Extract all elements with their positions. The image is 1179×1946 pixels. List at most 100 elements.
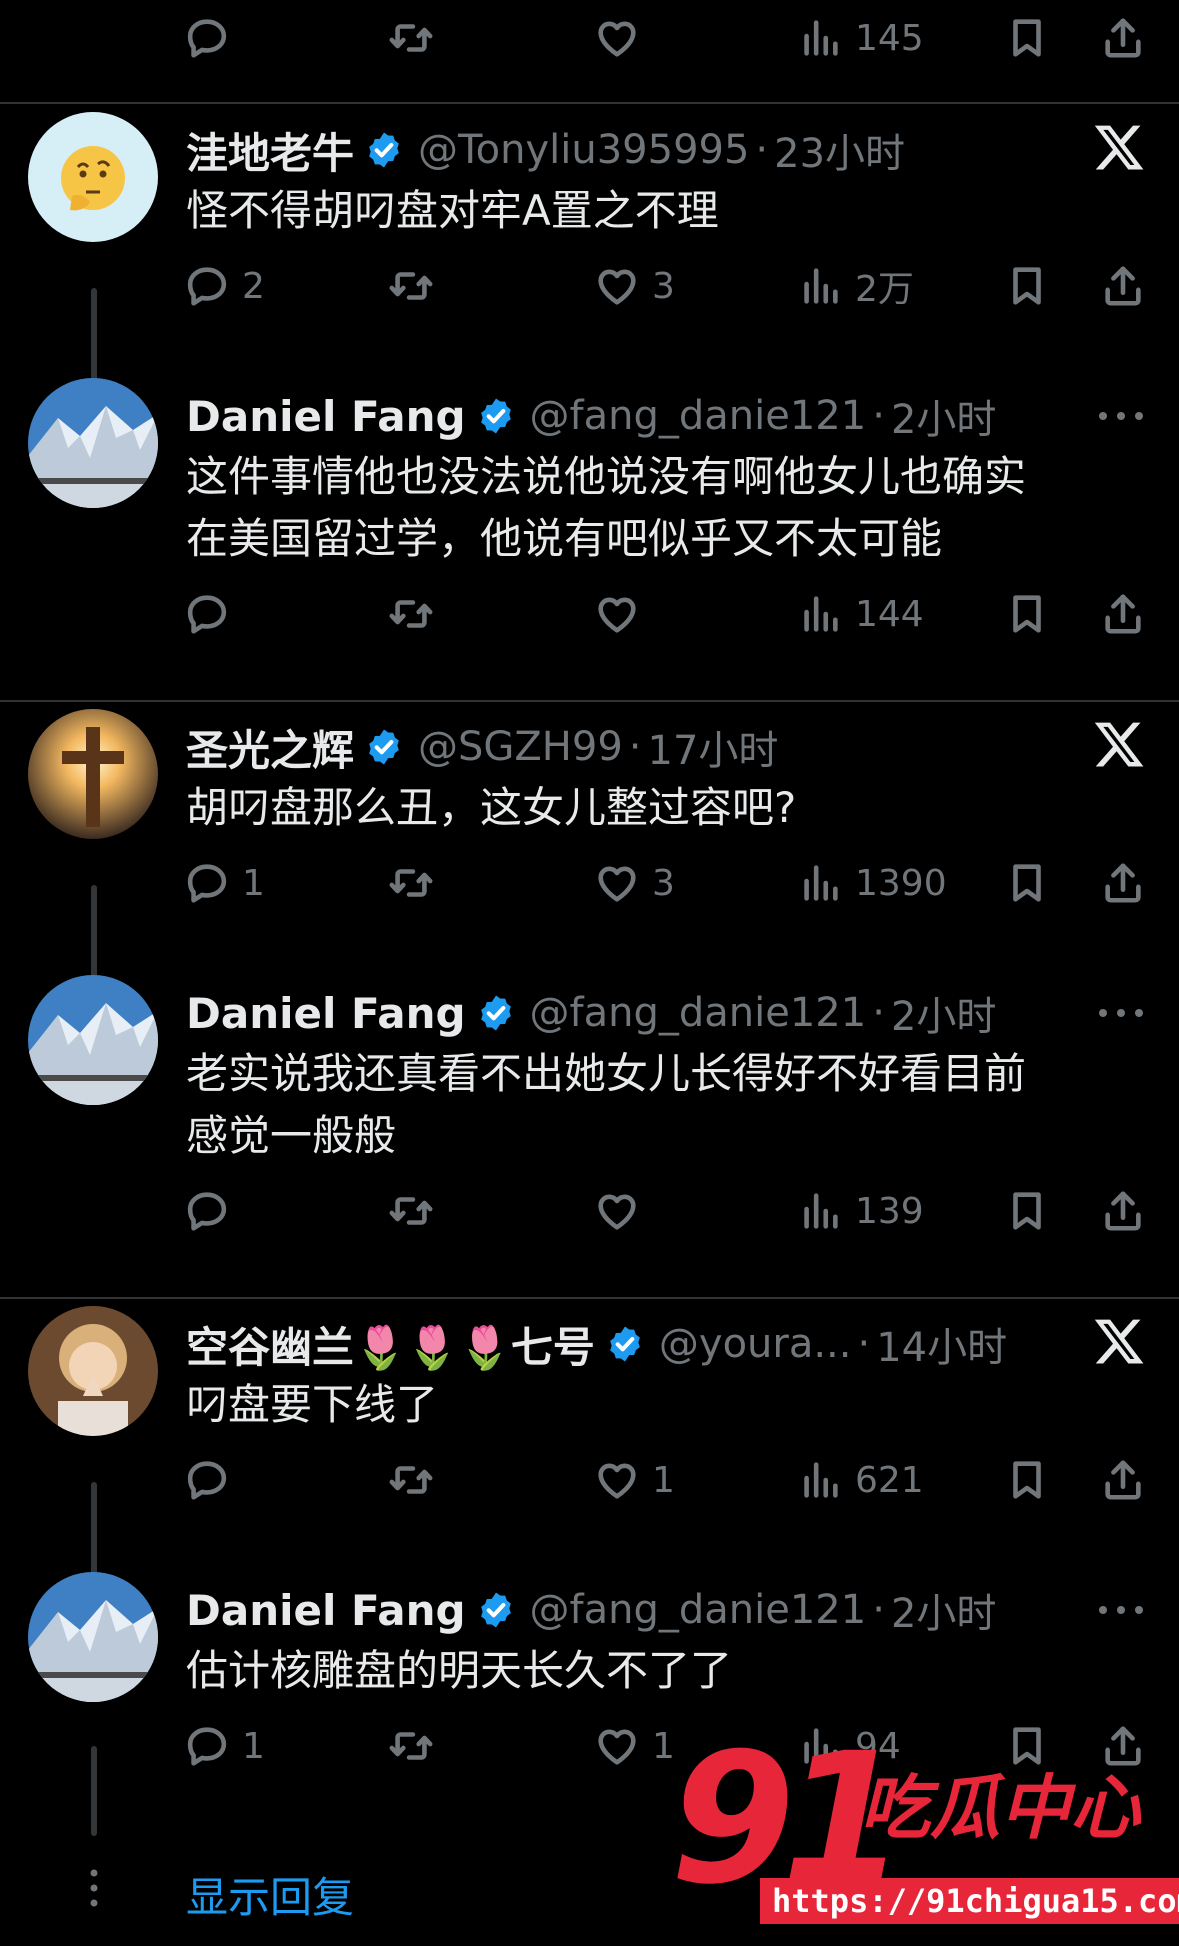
tweet-header: Daniel Fang @fang_danie121 · 2小时 xyxy=(186,1580,996,1640)
display-name[interactable]: 洼地老牛 xyxy=(186,120,354,181)
divider xyxy=(0,1297,1179,1299)
user-handle[interactable]: @fang_danie121 xyxy=(530,393,867,439)
tweet-text-line: 在美国留过学，他说有吧似乎又不太可能 xyxy=(186,514,943,563)
reply-button[interactable]: 2 xyxy=(184,256,265,316)
display-name[interactable]: Daniel Fang xyxy=(186,1586,466,1635)
divider xyxy=(0,102,1179,104)
reply-button[interactable] xyxy=(184,1181,242,1241)
avatar[interactable] xyxy=(28,1572,158,1702)
share-button[interactable] xyxy=(1100,584,1146,644)
action-row: 1 3 1390 xyxy=(0,853,1179,913)
replies-count: 2 xyxy=(242,265,265,307)
retweet-icon xyxy=(388,1457,434,1503)
views-button[interactable]: 1390 xyxy=(797,853,947,913)
avatar[interactable] xyxy=(28,975,158,1105)
share-icon xyxy=(1100,591,1146,637)
retweet-button[interactable] xyxy=(388,584,446,644)
bookmark-icon xyxy=(1004,591,1050,637)
like-button[interactable]: 1 xyxy=(594,1716,675,1776)
timestamp[interactable]: 2小时 xyxy=(891,1581,996,1639)
reply-button[interactable] xyxy=(184,8,230,68)
user-handle[interactable]: @youra... xyxy=(659,1321,852,1367)
avatar[interactable] xyxy=(28,378,158,508)
verified-badge-icon xyxy=(476,396,516,436)
avatar[interactable] xyxy=(28,1306,158,1436)
bookmark-icon xyxy=(1004,263,1050,309)
views-count: 145 xyxy=(855,17,924,59)
retweet-button[interactable] xyxy=(388,853,446,913)
reply-icon xyxy=(184,1457,230,1503)
more-options-icon[interactable] xyxy=(1097,1600,1145,1620)
bookmark-button[interactable] xyxy=(1004,256,1050,316)
like-button[interactable] xyxy=(594,584,652,644)
reply-tweet: 洼地老牛 @Tonyliu395995 · 23小时 怪不得胡叼盘对牢A置之不理 2 3 2万 xyxy=(0,112,1179,310)
tweet-text-line: 感觉一般般 xyxy=(186,1111,397,1160)
share-button[interactable] xyxy=(1100,256,1146,316)
reply-button[interactable]: 1 xyxy=(184,1716,265,1776)
views-button[interactable]: 144 xyxy=(797,584,924,644)
views-button[interactable]: 145 xyxy=(797,8,924,68)
verified-badge-icon xyxy=(364,727,404,767)
tweet-text: 怪不得胡叼盘对牢A置之不理 xyxy=(186,180,1106,242)
views-count: 621 xyxy=(855,1459,924,1501)
like-button[interactable] xyxy=(594,8,640,68)
bookmark-icon xyxy=(1004,1188,1050,1234)
separator-dot: · xyxy=(857,1321,871,1367)
watermark-text: 吃瓜中心 xyxy=(860,1767,1140,1849)
user-handle[interactable]: @SGZH99 xyxy=(418,724,623,770)
like-button[interactable]: 3 xyxy=(594,853,675,913)
share-button[interactable] xyxy=(1100,1450,1146,1510)
timestamp[interactable]: 23小时 xyxy=(774,121,905,179)
more-options-icon[interactable] xyxy=(1097,406,1145,426)
timestamp[interactable]: 14小时 xyxy=(876,1315,1007,1373)
display-name[interactable]: Daniel Fang xyxy=(186,989,466,1038)
bookmark-button[interactable] xyxy=(1004,1450,1050,1510)
share-button[interactable] xyxy=(1100,1181,1146,1241)
timestamp[interactable]: 2小时 xyxy=(891,984,996,1042)
action-row: 139 xyxy=(0,1181,1179,1241)
reply-button[interactable]: 1 xyxy=(184,853,265,913)
tweet-text: 估计核雕盘的明天长久不了了 xyxy=(186,1640,1106,1702)
timestamp[interactable]: 2小时 xyxy=(891,387,996,445)
verified-badge-icon xyxy=(476,993,516,1033)
share-button[interactable] xyxy=(1100,8,1146,68)
user-handle[interactable]: @fang_danie121 xyxy=(530,1587,867,1633)
avatar[interactable] xyxy=(28,709,158,839)
user-handle[interactable]: @fang_danie121 xyxy=(530,990,867,1036)
display-name[interactable]: 空谷幽兰🌷🌷🌷七号 xyxy=(186,1314,595,1375)
share-button[interactable] xyxy=(1100,853,1146,913)
retweet-button[interactable] xyxy=(388,8,434,68)
more-options-icon[interactable] xyxy=(1097,1003,1145,1023)
author-tweet: Daniel Fang @fang_danie121 · 2小时 估计核雕盘的明天长久不… xyxy=(0,1572,1179,1767)
bookmark-button[interactable] xyxy=(1004,584,1050,644)
reply-button[interactable] xyxy=(184,584,242,644)
retweet-button[interactable] xyxy=(388,1450,446,1510)
bookmark-button[interactable] xyxy=(1004,853,1050,913)
retweet-icon xyxy=(388,15,434,61)
like-button[interactable]: 1 xyxy=(594,1450,675,1510)
bookmark-button[interactable] xyxy=(1004,1181,1050,1241)
author-tweet: Daniel Fang @fang_danie121 · 2小时 这件事情他也没法说他说… xyxy=(0,378,1179,635)
share-icon xyxy=(1100,15,1146,61)
show-replies-link[interactable]: 显示回复 xyxy=(186,1864,354,1925)
views-button[interactable]: 139 xyxy=(797,1181,924,1241)
x-logo-icon xyxy=(1093,120,1147,174)
tweet-text-line: 怪不得胡叼盘对牢A置之不理 xyxy=(186,186,719,235)
user-handle[interactable]: @Tonyliu395995 xyxy=(418,127,749,173)
bookmark-button[interactable] xyxy=(1004,8,1050,68)
views-button[interactable]: 2万 xyxy=(797,256,914,316)
likes-count: 3 xyxy=(652,265,675,307)
avatar[interactable] xyxy=(28,112,158,242)
display-name[interactable]: Daniel Fang xyxy=(186,392,466,441)
like-button[interactable] xyxy=(594,1181,652,1241)
more-replies-dots-icon xyxy=(90,1869,98,1907)
retweet-button[interactable] xyxy=(388,1716,446,1776)
timestamp[interactable]: 17小时 xyxy=(648,718,779,776)
retweet-button[interactable] xyxy=(388,256,446,316)
views-button[interactable]: 621 xyxy=(797,1450,924,1510)
like-button[interactable]: 3 xyxy=(594,256,675,316)
reply-button[interactable] xyxy=(184,1450,242,1510)
retweet-button[interactable] xyxy=(388,1181,446,1241)
views-count: 1390 xyxy=(855,862,947,904)
display-name[interactable]: 圣光之辉 xyxy=(186,717,354,778)
